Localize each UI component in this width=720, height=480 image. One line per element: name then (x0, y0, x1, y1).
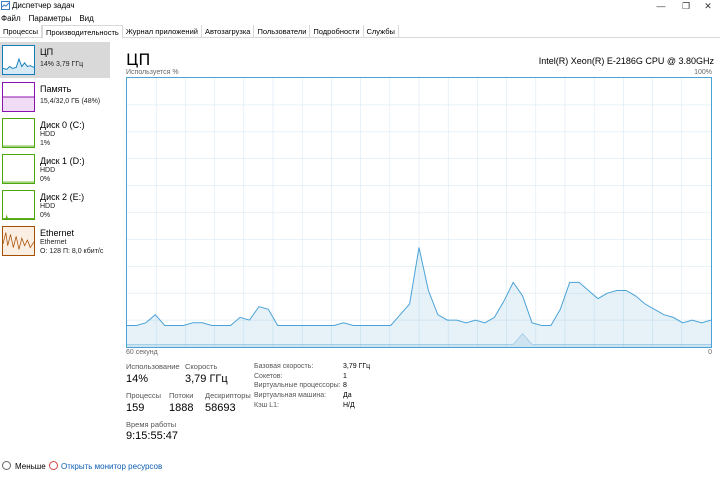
disk-2-thumbnail (2, 190, 35, 220)
cpu-thumbnail (2, 45, 35, 75)
graph-x-axis-label: 60 секунд (126, 349, 158, 356)
menu-options[interactable]: Параметры (28, 14, 72, 23)
sidebar-item-label: Ethernet (40, 228, 75, 238)
uptime-label: Время работы (126, 420, 177, 429)
spec-value: 1 (343, 373, 347, 380)
uptime-value: 9:15:55:47 (126, 430, 178, 442)
window-title: Диспетчер задач (12, 1, 75, 10)
ethernet-thumbnail (2, 226, 35, 256)
threads-label: Потоки (169, 391, 194, 400)
speed-label: Скорость (185, 362, 218, 371)
page-title: ЦП (126, 50, 151, 69)
spec-label: Базовая скорость: (254, 363, 314, 370)
spec-value: Да (343, 392, 352, 399)
graph-y-max-label: 100% (694, 69, 712, 76)
sidebar-item-label: Диск 2 (E:) (40, 192, 85, 202)
threads-value: 1888 (169, 402, 194, 414)
sidebar-item-disk-1[interactable]: Диск 1 (D:) HDD 0% (0, 151, 110, 187)
sidebar-item-detail: 0% (40, 176, 51, 183)
spec-label: Сокетов: (254, 373, 283, 380)
graph-y-axis-label: Используется % (126, 69, 179, 76)
handles-value: 58693 (205, 402, 236, 414)
sidebar-item-label: Память (40, 84, 72, 94)
speed-value: 3,79 ГГц (185, 373, 228, 385)
memory-thumbnail (2, 82, 35, 112)
spec-value: 8 (343, 382, 347, 389)
sidebar-item-type: HDD (40, 167, 56, 174)
sidebar-item-detail: 14% 3,79 ГГц (40, 61, 84, 68)
sidebar-item-type: Ethernet (40, 239, 67, 246)
sidebar-item-detail: 0% (40, 212, 51, 219)
resource-monitor-icon (49, 461, 58, 470)
tab-startup[interactable]: Автозагрузка (202, 25, 255, 38)
handles-label: Дескрипторы (205, 391, 251, 400)
disk-1-thumbnail (2, 154, 35, 184)
spec-label: Виртуальные процессоры: (254, 382, 341, 389)
footer-bar: Меньше Открыть монитор ресурсов (0, 459, 720, 473)
cpu-detail-panel: ЦП Intel(R) Xeon(R) E-2186G CPU @ 3.80GH… (114, 39, 720, 459)
graph-x-min-label: 0 (708, 349, 712, 356)
menu-view[interactable]: Вид (78, 14, 93, 23)
disk-0-thumbnail (2, 118, 35, 148)
fewer-details-button[interactable]: Меньше (15, 462, 46, 471)
tab-strip: Процессы Производительность Журнал прило… (0, 25, 720, 39)
title-bar: Диспетчер задач — ❐ ✕ (0, 0, 720, 12)
task-manager-icon (1, 1, 10, 10)
sidebar-item-label: Диск 0 (C:) (40, 120, 85, 130)
close-icon[interactable]: ✕ (693, 0, 720, 12)
spec-label: Виртуальная машина: (254, 392, 327, 399)
tab-performance[interactable]: Производительность (42, 25, 123, 39)
sidebar-item-type: HDD (40, 203, 56, 210)
sidebar-item-ethernet[interactable]: Ethernet Ethernet О: 128 П: 8,0 кбит/с (0, 223, 110, 259)
usage-label: Использование (126, 362, 180, 371)
sidebar-item-cpu[interactable]: ЦП 14% 3,79 ГГц (0, 42, 110, 78)
menu-file[interactable]: Файл (0, 14, 21, 23)
sidebar-item-label: Диск 1 (D:) (40, 156, 85, 166)
cpu-usage-chart (127, 78, 712, 347)
sidebar-item-type: HDD (40, 131, 56, 138)
spec-label: Кэш L1: (254, 402, 279, 409)
spec-value: Н/Д (343, 402, 355, 409)
processes-label: Процессы (126, 391, 162, 400)
menu-bar: Файл Параметры Вид (0, 12, 720, 24)
tab-services[interactable]: Службы (364, 25, 399, 38)
sidebar-item-detail: 15,4/32,0 ГБ (48%) (40, 98, 101, 105)
tab-app-history[interactable]: Журнал приложений (123, 25, 202, 38)
cpu-model-name: Intel(R) Xeon(R) E-2186G CPU @ 3.80GHz (538, 56, 714, 66)
tab-details[interactable]: Подробности (310, 25, 364, 38)
spec-value: 3,79 ГГц (343, 363, 371, 370)
chevron-up-icon[interactable] (2, 461, 11, 470)
usage-value: 14% (126, 373, 149, 385)
tab-processes[interactable]: Процессы (0, 25, 43, 38)
cpu-usage-graph (126, 77, 712, 348)
sidebar-item-disk-2[interactable]: Диск 2 (E:) HDD 0% (0, 187, 110, 223)
sidebar-item-detail: 1% (40, 140, 51, 147)
sidebar-item-detail: О: 128 П: 8,0 кбит/с (40, 248, 104, 255)
sidebar-item-disk-0[interactable]: Диск 0 (C:) HDD 1% (0, 115, 110, 151)
performance-sidebar: ЦП 14% 3,79 ГГц Память 15,4/32,0 ГБ (48%… (0, 39, 110, 257)
sidebar-item-label: ЦП (40, 47, 54, 57)
tab-users[interactable]: Пользователи (254, 25, 311, 38)
open-resource-monitor-link[interactable]: Открыть монитор ресурсов (61, 462, 162, 471)
sidebar-item-memory[interactable]: Память 15,4/32,0 ГБ (48%) (0, 79, 110, 115)
processes-value: 159 (126, 402, 145, 414)
